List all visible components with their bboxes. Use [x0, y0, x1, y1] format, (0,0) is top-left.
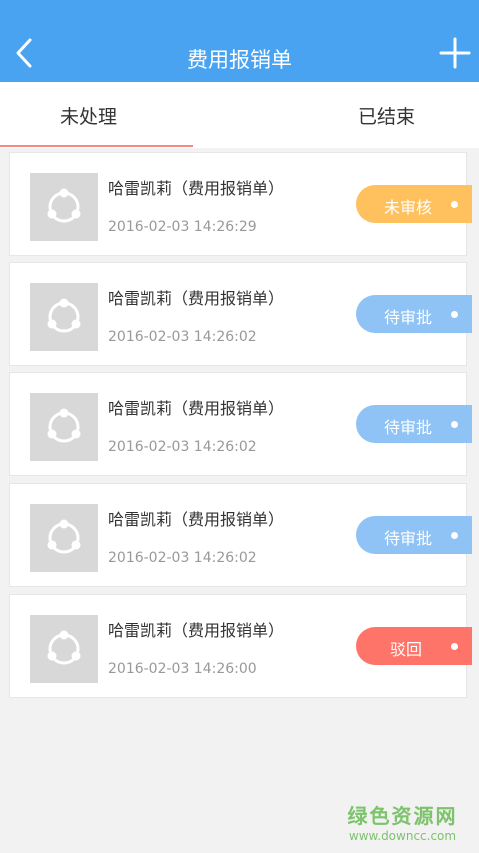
add-button[interactable] [438, 36, 472, 70]
item-timestamp: 2016-02-03 14:26:02 [108, 329, 257, 345]
avatar [30, 283, 98, 351]
dot-icon [451, 421, 458, 428]
watermark-url: www.downcc.com [348, 829, 457, 843]
status-label: 驳回 [390, 640, 423, 659]
status-label: 待审批 [384, 308, 433, 327]
item-timestamp: 2016-02-03 14:26:02 [108, 550, 257, 566]
app-header: 费用报销单 [0, 0, 479, 82]
item-timestamp: 2016-02-03 14:26:00 [108, 661, 257, 677]
item-title: 哈雷凯莉（费用报销单） [108, 289, 285, 308]
status-badge: 待审批 [356, 516, 472, 554]
item-title: 哈雷凯莉（费用报销单） [108, 179, 285, 198]
item-title: 哈雷凯莉（费用报销单） [108, 399, 285, 418]
dot-icon [451, 643, 458, 650]
dot-icon [451, 201, 458, 208]
status-label: 未审核 [384, 198, 433, 217]
item-timestamp: 2016-02-03 14:26:29 [108, 219, 257, 235]
item-timestamp: 2016-02-03 14:26:02 [108, 439, 257, 455]
share-icon [47, 630, 81, 665]
item-title: 哈雷凯莉（费用报销单） [108, 621, 285, 640]
share-icon [47, 408, 81, 443]
watermark-title: 绿色资源网 [347, 804, 458, 828]
list-item[interactable]: 哈雷凯莉（费用报销单） 2016-02-03 14:26:02 待审批 [9, 372, 472, 476]
dot-icon [451, 532, 458, 539]
status-label: 待审批 [384, 418, 433, 437]
tab-unprocessed[interactable]: 未处理 [60, 102, 117, 129]
avatar [30, 615, 98, 683]
avatar [30, 393, 98, 461]
list-item[interactable]: 哈雷凯莉（费用报销单） 2016-02-03 14:26:29 未审核 [9, 152, 472, 256]
status-badge: 待审批 [356, 295, 472, 333]
share-icon [47, 519, 81, 554]
tab-finished[interactable]: 已结束 [358, 102, 415, 129]
active-tab-indicator [0, 145, 193, 147]
avatar [30, 504, 98, 572]
status-badge: 驳回 [356, 627, 472, 665]
list-item[interactable]: 哈雷凯莉（费用报销单） 2016-02-03 14:26:02 待审批 [9, 262, 472, 366]
dot-icon [451, 311, 458, 318]
status-label: 待审批 [384, 529, 433, 548]
avatar [30, 173, 98, 241]
item-title: 哈雷凯莉（费用报销单） [108, 510, 285, 529]
share-icon [47, 188, 81, 223]
plus-icon [439, 37, 471, 69]
share-icon [47, 298, 81, 333]
watermark: 绿色资源网 www.downcc.com [340, 800, 465, 843]
tab-bar: 未处理 已结束 [0, 82, 479, 148]
list-item[interactable]: 哈雷凯莉（费用报销单） 2016-02-03 14:26:00 驳回 [9, 594, 472, 698]
list-item[interactable]: 哈雷凯莉（费用报销单） 2016-02-03 14:26:02 待审批 [9, 483, 472, 587]
status-badge: 待审批 [356, 405, 472, 443]
status-badge: 未审核 [356, 185, 472, 223]
page-title: 费用报销单 [187, 48, 292, 72]
